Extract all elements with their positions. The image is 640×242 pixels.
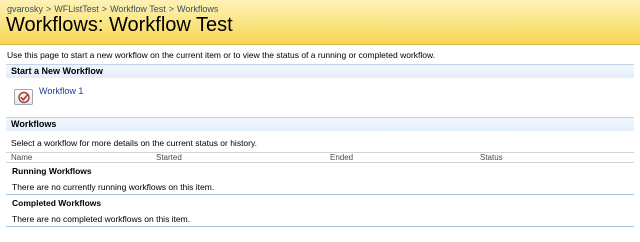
breadcrumb-separator: > bbox=[168, 4, 175, 14]
breadcrumb-item-item[interactable]: Workflow Test bbox=[110, 4, 166, 14]
breadcrumb-item-current: Workflows bbox=[177, 4, 219, 14]
workflows-description: Select a workflow for more details on th… bbox=[11, 138, 257, 148]
title-divider bbox=[0, 44, 640, 45]
breadcrumb: gvarosky > WFListTest > Workflow Test > Workfl… bbox=[7, 4, 218, 14]
running-workflows-empty-message: There are no currently running workflows… bbox=[12, 182, 215, 192]
intro-text: Use this page to start a new workflow on… bbox=[7, 50, 436, 60]
breadcrumb-separator: > bbox=[101, 4, 108, 14]
start-workflow-section-header: Start a New Workflow bbox=[6, 64, 634, 78]
breadcrumb-item-site[interactable]: gvarosky bbox=[7, 4, 43, 14]
workflows-section-header: Workflows bbox=[6, 117, 634, 131]
column-header-ended[interactable]: Ended bbox=[330, 153, 353, 162]
workflow-1-link[interactable]: Workflow 1 bbox=[39, 86, 83, 96]
page-title: Workflows: Workflow Test bbox=[6, 14, 233, 36]
group-divider bbox=[6, 226, 634, 227]
workflow-check-icon[interactable] bbox=[14, 89, 33, 105]
column-header-status[interactable]: Status bbox=[480, 153, 503, 162]
section-header-label: Start a New Workflow bbox=[11, 66, 103, 76]
completed-workflows-title: Completed Workflows bbox=[12, 198, 102, 208]
column-header-started[interactable]: Started bbox=[156, 153, 182, 162]
breadcrumb-item-list[interactable]: WFListTest bbox=[54, 4, 99, 14]
column-header-name[interactable]: Name bbox=[11, 153, 32, 162]
workflow-table-header: Name Started Ended Status bbox=[6, 152, 634, 163]
breadcrumb-separator: > bbox=[46, 4, 52, 14]
running-workflows-title: Running Workflows bbox=[12, 166, 92, 176]
completed-workflows-empty-message: There are no completed workflows on this… bbox=[12, 214, 191, 224]
title-area: gvarosky > WFListTest > Workflow Test > Workfl… bbox=[0, 0, 640, 44]
section-header-label: Workflows bbox=[11, 119, 57, 129]
group-divider bbox=[6, 194, 634, 195]
